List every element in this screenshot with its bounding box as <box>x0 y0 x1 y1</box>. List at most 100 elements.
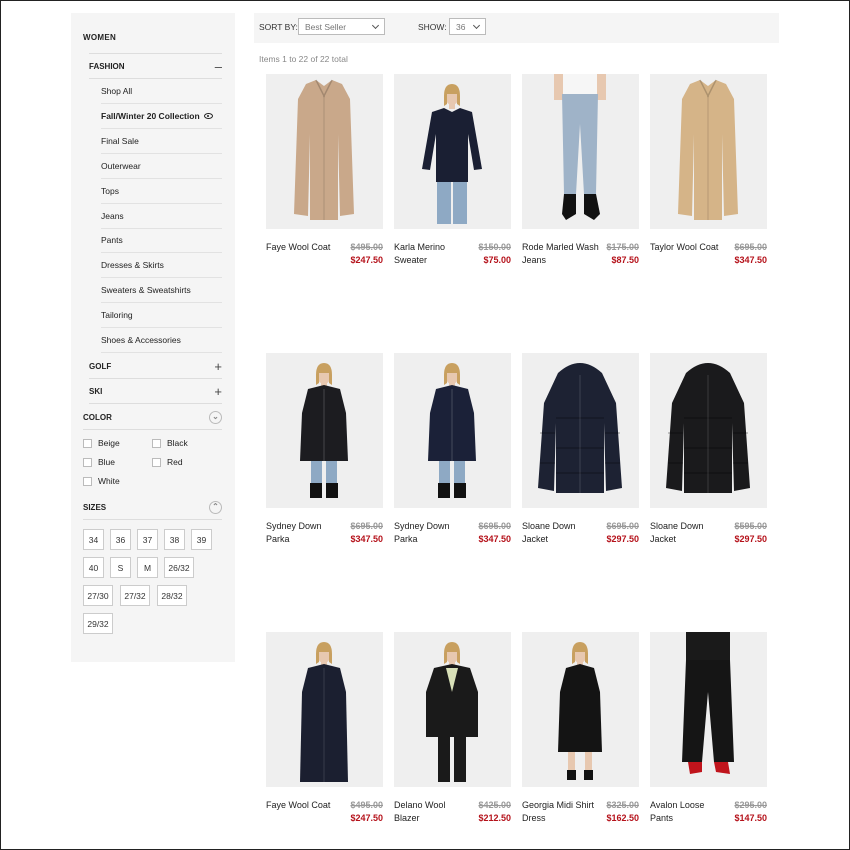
color-option[interactable]: Black <box>152 438 188 448</box>
sidebar-item-label: Tailoring <box>101 310 133 321</box>
sale-price: $247.50 <box>350 813 383 823</box>
collapse-minus-icon[interactable]: – <box>215 60 222 73</box>
size-option[interactable]: S <box>110 557 131 578</box>
product-image[interactable] <box>522 632 639 787</box>
product-name[interactable]: Sydney Down Parka <box>394 520 472 546</box>
sidebar-item[interactable]: Shop All <box>101 79 222 104</box>
sale-price: $347.50 <box>478 534 511 544</box>
color-option-label: Blue <box>98 457 116 467</box>
product-name[interactable]: Karla Merino Sweater <box>394 241 472 267</box>
expand-plus-icon[interactable]: + <box>214 360 222 373</box>
facet-sizes-header[interactable]: SIZES ⌃ <box>83 495 222 520</box>
product-price: $150.00 $75.00 <box>478 241 511 267</box>
checkbox[interactable] <box>83 476 92 486</box>
product-image[interactable] <box>522 353 639 508</box>
sidebar-item[interactable]: Tailoring <box>101 303 222 329</box>
product-image[interactable] <box>650 632 767 787</box>
sidebar-item-label: Shoes & Accessories <box>101 335 181 345</box>
checkbox[interactable] <box>152 438 161 448</box>
product-image[interactable] <box>650 353 767 508</box>
chevron-up-icon[interactable]: ⌃ <box>209 500 222 514</box>
sidebar-category-fashion[interactable]: FASHION – <box>89 53 222 79</box>
product-image[interactable] <box>266 74 383 229</box>
product-name[interactable]: Faye Wool Coat <box>266 241 344 254</box>
product-image[interactable] <box>522 74 639 229</box>
color-option[interactable]: Blue <box>83 457 115 467</box>
sidebar-item[interactable]: Final Sale <box>101 129 222 154</box>
sale-price: $87.50 <box>611 255 639 265</box>
show-label: SHOW: <box>418 22 447 32</box>
product-image[interactable] <box>266 353 383 508</box>
show-count-select[interactable]: 36 <box>449 18 486 35</box>
size-option[interactable]: M <box>137 557 158 578</box>
chevron-down-icon[interactable]: ⌄ <box>209 410 222 424</box>
original-price: $695.00 <box>734 242 767 252</box>
original-price: $325.00 <box>606 800 639 810</box>
sort-by-select[interactable]: Best Seller <box>298 18 385 35</box>
size-option[interactable]: 38 <box>164 529 185 550</box>
sale-price: $247.50 <box>350 255 383 265</box>
size-option[interactable]: 26/32 <box>164 557 194 578</box>
size-option[interactable]: 39 <box>191 529 212 550</box>
sidebar-category-ski[interactable]: SKI + <box>89 379 222 404</box>
color-option-label: Black <box>167 438 188 448</box>
product-name[interactable]: Sloane Down Jacket <box>522 520 600 546</box>
product-image[interactable] <box>394 353 511 508</box>
sidebar-item[interactable]: Fall/Winter 20 Collection <box>101 104 222 129</box>
size-option[interactable]: 27/32 <box>120 585 150 606</box>
original-price: $425.00 <box>478 800 511 810</box>
sidebar-category-golf[interactable]: GOLF + <box>89 354 222 379</box>
expand-plus-icon[interactable]: + <box>214 385 222 398</box>
size-option[interactable]: 27/30 <box>83 585 113 606</box>
size-option[interactable]: 34 <box>83 529 104 550</box>
sidebar-item-label: Sweaters & Sweatshirts <box>101 285 191 296</box>
product-image[interactable] <box>650 74 767 229</box>
sale-price: $297.50 <box>734 534 767 544</box>
sidebar-item-label: Tops <box>101 185 119 196</box>
product-price: $695.00 $347.50 <box>478 520 511 546</box>
sidebar-item-label: Outerwear <box>101 160 141 171</box>
sidebar-item[interactable]: Tops <box>101 179 222 204</box>
product-name[interactable]: Avalon Loose Pants <box>650 799 728 825</box>
size-option[interactable]: 40 <box>83 557 104 578</box>
original-price: $495.00 <box>350 800 383 810</box>
product-name[interactable]: Faye Wool Coat <box>266 799 344 812</box>
size-option[interactable]: 36 <box>110 529 131 550</box>
product-image[interactable] <box>394 632 511 787</box>
sidebar-item[interactable]: Dresses & Skirts <box>101 253 222 279</box>
sidebar-item[interactable]: Jeans <box>101 204 222 229</box>
product-name[interactable]: Delano Wool Blazer <box>394 799 472 825</box>
sidebar-item[interactable]: Shoes & Accessories <box>101 328 222 353</box>
show-count-value: 36 <box>456 21 466 32</box>
sale-price: $162.50 <box>606 813 639 823</box>
size-option[interactable]: 28/32 <box>157 585 187 606</box>
original-price: $295.00 <box>734 800 767 810</box>
facet-color-header[interactable]: COLOR ⌄ <box>83 405 222 430</box>
product-name[interactable]: Sydney Down Parka <box>266 520 344 546</box>
sale-price: $347.50 <box>350 534 383 544</box>
color-option[interactable]: Beige <box>83 438 120 448</box>
product-name[interactable]: Taylor Wool Coat <box>650 241 728 254</box>
product-price: $695.00 $297.50 <box>606 520 639 546</box>
color-option[interactable]: White <box>83 476 120 486</box>
product-name[interactable]: Georgia Midi Shirt Dress <box>522 799 600 825</box>
product-name[interactable]: Rode Marled Wash Jeans <box>522 241 600 267</box>
sidebar-item-label: Jeans <box>101 210 124 221</box>
sidebar-item[interactable]: Pants <box>101 228 222 254</box>
product-image[interactable] <box>394 74 511 229</box>
checkbox[interactable] <box>83 457 92 467</box>
checkbox[interactable] <box>83 438 92 448</box>
checkbox[interactable] <box>152 457 161 467</box>
sidebar-item[interactable]: Outerwear <box>101 154 222 179</box>
original-price: $695.00 <box>350 521 383 531</box>
product-name[interactable]: Sloane Down Jacket <box>650 520 728 546</box>
product-image[interactable] <box>266 632 383 787</box>
product-price: $295.00 $147.50 <box>734 799 767 825</box>
color-option-label: White <box>98 476 120 486</box>
color-option[interactable]: Red <box>152 457 183 467</box>
sidebar-section-women[interactable]: WOMEN <box>83 33 116 42</box>
size-option[interactable]: 37 <box>137 529 158 550</box>
size-option[interactable]: 29/32 <box>83 613 113 634</box>
sidebar-item[interactable]: Sweaters & Sweatshirts <box>101 278 222 304</box>
product-price: $495.00 $247.50 <box>350 799 383 825</box>
